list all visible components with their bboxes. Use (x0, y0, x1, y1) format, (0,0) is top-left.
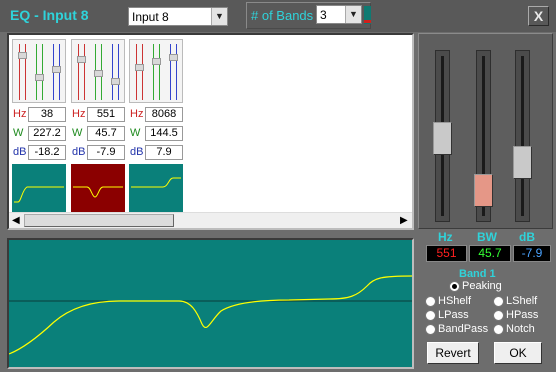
band-db-row: dB 7.9 (129, 145, 183, 160)
scrollbar-thumb[interactable] (24, 214, 174, 227)
preset-value: Input 8 (132, 10, 169, 24)
radio-label: BandPass (438, 323, 489, 335)
band-w-label: W (13, 127, 24, 139)
band-w-row: W 45.7 (71, 126, 125, 141)
mini-slider-thumb[interactable] (52, 66, 61, 73)
band-hz-label: Hz (72, 108, 86, 120)
band-thumbnail-graph[interactable] (129, 164, 183, 212)
band-mini-sliders[interactable] (12, 39, 66, 103)
radio-label: HShelf (438, 295, 472, 307)
band-db-row: dB -18.2 (12, 145, 66, 160)
mini-slider-thumb[interactable] (111, 78, 120, 85)
close-button[interactable]: X (528, 6, 549, 26)
mini-slider-thumb[interactable] (135, 64, 144, 71)
hz-fader-label: Hz (438, 230, 453, 244)
band-db-value[interactable]: -18.2 (28, 145, 66, 160)
band-w-value[interactable]: 45.7 (87, 126, 125, 141)
hz-fader-thumb[interactable] (433, 122, 452, 155)
band-strip[interactable]: Hz 38 W 227.2 dB -18.2 (12, 39, 68, 212)
band-hz-value[interactable]: 551 (87, 107, 125, 122)
db-readout: -7.9 (513, 245, 551, 262)
ok-button[interactable]: OK (494, 342, 542, 364)
bands-indicator-red (364, 20, 371, 23)
band-hz-row: Hz 38 (12, 107, 66, 122)
band-db-row: dB -7.9 (71, 145, 125, 160)
radio-circle[interactable] (425, 324, 436, 335)
radio-circle[interactable] (449, 281, 460, 292)
radio-circle[interactable] (425, 296, 436, 307)
band-hz-value[interactable]: 38 (28, 107, 66, 122)
mini-slider-thumb[interactable] (35, 74, 44, 81)
arrow-right-icon[interactable]: ▶ (400, 215, 408, 226)
db-fader-thumb[interactable] (513, 146, 532, 179)
window-title: EQ - Input 8 (10, 7, 89, 23)
band-w-row: W 144.5 (129, 126, 183, 141)
band-db-label: dB (72, 146, 86, 158)
band-type-title: Band 1 (459, 268, 496, 280)
band-hz-label: Hz (130, 108, 144, 120)
radio-label: Notch (506, 323, 535, 335)
radio-circle[interactable] (425, 310, 436, 321)
chevron-down-icon[interactable]: ▼ (211, 8, 227, 25)
radio-circle[interactable] (493, 324, 504, 335)
band-thumbnail-graph[interactable] (12, 164, 66, 212)
preset-dropdown[interactable]: Input 8 ▼ (128, 7, 228, 26)
bands-count-dropdown[interactable]: 3 ▼ (316, 5, 362, 24)
mini-slider-thumb[interactable] (169, 54, 178, 61)
band-hz-value[interactable]: 8068 (145, 107, 183, 122)
band-thumbnail-graph[interactable] (71, 164, 125, 212)
band-w-label: W (72, 127, 83, 139)
bands-count-value: 3 (320, 8, 327, 22)
band-db-value[interactable]: 7.9 (145, 145, 183, 160)
mini-slider-thumb[interactable] (77, 56, 86, 63)
radio-circle[interactable] (493, 296, 504, 307)
band-hz-row: Hz 8068 (129, 107, 183, 122)
band-w-row: W 227.2 (12, 126, 66, 141)
radio-label: LShelf (506, 295, 538, 307)
response-curve-svg (8, 275, 413, 355)
band-db-label: dB (13, 146, 27, 158)
band-mini-sliders[interactable] (129, 39, 183, 103)
band-w-label: W (130, 127, 141, 139)
eq-response-graph[interactable] (7, 238, 414, 369)
bw-fader-label: BW (477, 230, 497, 244)
mini-slider-thumb[interactable] (94, 70, 103, 77)
radio-circle[interactable] (493, 310, 504, 321)
radio-label: HPass (506, 309, 539, 321)
fader-panel (418, 33, 553, 229)
band-strip-panel: Hz 38 W 227.2 dB -18.2 Hz 551 W 45.7 dB -7.9 Hz 8068 W… (7, 33, 414, 230)
horizontal-scrollbar[interactable]: ◀ ▶ (9, 212, 412, 228)
band-strip[interactable]: Hz 551 W 45.7 dB -7.9 (71, 39, 127, 212)
band-db-value[interactable]: -7.9 (87, 145, 125, 160)
radio-label: Peaking (462, 280, 502, 292)
response-curve (8, 275, 413, 355)
bands-label: # of Bands (251, 8, 314, 23)
bw-fader-thumb[interactable] (474, 174, 493, 207)
bw-readout: 45.7 (469, 245, 511, 262)
mini-slider-thumb[interactable] (18, 52, 27, 59)
revert-button[interactable]: Revert (427, 342, 479, 364)
db-fader-label: dB (519, 230, 535, 244)
band-hz-row: Hz 551 (71, 107, 125, 122)
band-strip[interactable]: Hz 8068 W 144.5 dB 7.9 (129, 39, 185, 212)
mini-slider-thumb[interactable] (152, 58, 161, 65)
hz-readout: 551 (426, 245, 467, 262)
band-w-value[interactable]: 227.2 (28, 126, 66, 141)
radio-label: LPass (438, 309, 469, 321)
chevron-down-icon[interactable]: ▼ (345, 6, 361, 23)
band-db-label: dB (130, 146, 144, 158)
band-w-value[interactable]: 144.5 (145, 126, 183, 141)
band-mini-sliders[interactable] (71, 39, 125, 103)
arrow-left-icon[interactable]: ◀ (12, 215, 20, 226)
band-hz-label: Hz (13, 108, 27, 120)
db-fader-track[interactable] (515, 50, 530, 222)
